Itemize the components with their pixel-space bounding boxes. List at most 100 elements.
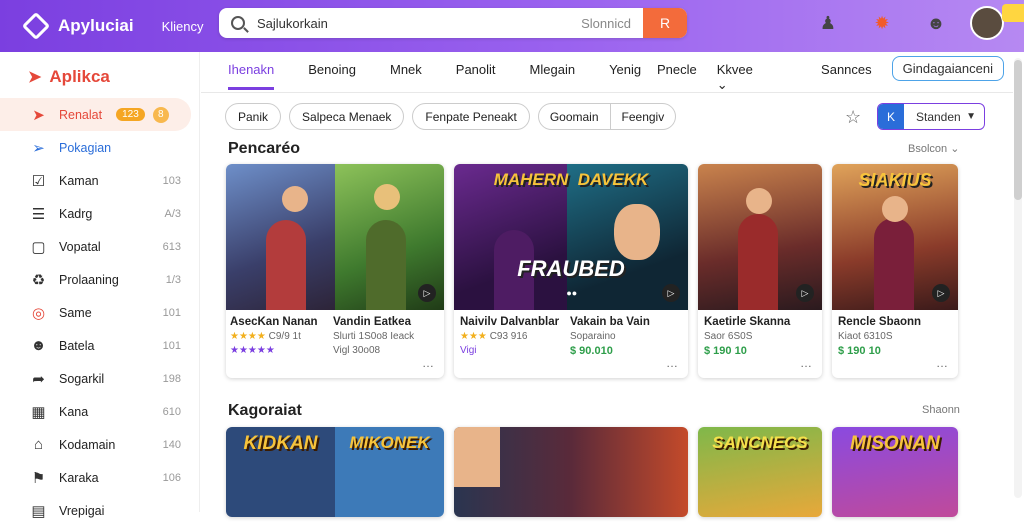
rating-stars: ★★★★: [230, 331, 266, 342]
search-hint: Slonnicd: [581, 15, 631, 31]
sidebar-item-label: Sogarkil: [59, 371, 105, 386]
tab-ihenakn[interactable]: Ihenakn: [228, 62, 275, 90]
rating-text: C9/9 1t: [268, 331, 301, 342]
search-submit-button[interactable]: R: [643, 8, 687, 38]
chevron-down-icon: ⌄: [950, 143, 960, 155]
app-title: Kaetirle Skanna: [704, 316, 791, 328]
app-card[interactable]: [454, 427, 688, 517]
person-icon: ☻: [30, 337, 47, 354]
sidebar-item-kaman[interactable]: ☑ Kaman 103: [0, 164, 199, 197]
app-card[interactable]: SANCNECS: [698, 427, 822, 517]
right-tabs: Pnecle Kkvee ⌄ Sannces Gindagaianceni: [657, 56, 1024, 93]
filter-chips: Panik Salpeca Menaek Fenpate Peneakt Goo…: [225, 103, 677, 130]
sidebar-item-renalat[interactable]: ➤ Renalat 123 8: [0, 98, 191, 131]
sort-dropdown[interactable]: K Standen ▼: [877, 103, 985, 130]
search-input[interactable]: [257, 15, 557, 31]
more-icon[interactable]: …: [422, 356, 434, 370]
more-icon[interactable]: …: [936, 356, 948, 370]
user-icon[interactable]: ♟: [816, 11, 840, 35]
app-title: AsecKan Nanan: [230, 316, 318, 328]
sidebar-item-label: Renalat: [59, 107, 103, 122]
brand-logo-icon: [21, 11, 51, 41]
play-icon: ▷: [662, 284, 680, 302]
sidebar-item-kana[interactable]: ▦ Kana 610: [0, 395, 199, 428]
sidebar-item-label: Prolaaning: [59, 272, 119, 287]
brand-subtitle[interactable]: Kliency: [162, 19, 204, 34]
card-info: Vakain ba Vain Soparaino $ 90.010: [570, 316, 686, 357]
tab-pnecle[interactable]: Pnecle: [657, 62, 697, 77]
game-logo: SIAKIUS: [858, 170, 932, 190]
brand[interactable]: Apyluciai: [21, 11, 134, 41]
avatar[interactable]: [970, 6, 1004, 40]
sidebar-item-kodamain[interactable]: ⌂ Kodamain 140: [0, 428, 199, 461]
sort-label: Standen: [916, 109, 961, 124]
sidebar-title: ➤ Aplikca: [28, 66, 199, 88]
app-meta: Vigi: [460, 345, 477, 356]
filter-chip[interactable]: Panik: [225, 103, 282, 130]
grid-icon: ▦: [31, 403, 46, 421]
segment-option[interactable]: Feengiv: [609, 104, 676, 129]
tab-yenig[interactable]: Yenig: [609, 62, 641, 90]
notification-flag-icon[interactable]: [1002, 4, 1024, 22]
card-info: Vandin Eatkea Slurti 1S0o8 Ieack Vigl 30…: [333, 316, 443, 356]
sidebar-item-vopatal[interactable]: ▢ Vopatal 613: [0, 230, 199, 263]
section-link[interactable]: Bsolcon ⌄: [908, 142, 959, 155]
tab-kkvee-label: Kkvee: [716, 62, 753, 77]
sidebar-item-label: Kodamain: [59, 437, 116, 452]
search-bar[interactable]: Slonnicd R: [219, 8, 687, 38]
top-icons: ♟ ✹ ☻: [786, 6, 1004, 40]
tab-mnek[interactable]: Mnek: [390, 62, 422, 90]
app-card[interactable]: ▷ Kaetirle Skanna Saor 6S0S $ 190 10 …: [698, 164, 822, 378]
rating-stars: ★★★: [460, 331, 487, 342]
tab-kkvee[interactable]: Kkvee ⌄: [717, 62, 793, 93]
app-card[interactable]: MAHERN DAVEKK FRAUBED ●● ▷ Naivilv Dalva…: [454, 164, 688, 378]
sidebar-item-batela[interactable]: ☻ Batela 101: [0, 329, 199, 362]
app-card[interactable]: ▷ AsecKan Nanan ★★★★ C9/9 1t ★★★★★ Vandi…: [226, 164, 444, 378]
sidebar-item-label: Kaman: [59, 173, 99, 188]
scrollbar-thumb[interactable]: [1014, 60, 1022, 200]
scrollbar[interactable]: [1014, 58, 1022, 498]
sidebar-item-same[interactable]: ◎ Same 101: [0, 296, 199, 329]
tab-mlegain[interactable]: Mlegain: [530, 62, 576, 90]
filter-chip[interactable]: Fenpate Peneakt: [412, 103, 530, 130]
outlined-tab-button[interactable]: Gindagaianceni: [891, 56, 1004, 81]
app-card[interactable]: KIDKAN MIKONEK: [226, 427, 444, 517]
app-thumbnail: SIAKIUS ▷: [832, 164, 958, 310]
sidebar-item-kadrg[interactable]: ☰ Kadrg A/3: [0, 197, 199, 230]
section-title: Kagoraiat: [228, 402, 302, 419]
share-icon: ➦: [32, 370, 45, 388]
app-title: Vakain ba Vain: [570, 316, 650, 328]
more-icon[interactable]: …: [666, 356, 678, 370]
sidebar-item-prolaaning[interactable]: ♻ Prolaaning 1/3: [0, 263, 199, 296]
filter-chip[interactable]: Salpeca Menaek: [289, 103, 405, 130]
app-card[interactable]: SIAKIUS ▷ Rencle Sbaonn Kiaot 6310S $ 19…: [832, 164, 958, 378]
play-icon: ▷: [932, 284, 950, 302]
flame-icon[interactable]: ✹: [870, 11, 894, 35]
app-card[interactable]: MISONAN: [832, 427, 958, 517]
sidebar-item-karaka[interactable]: ⚑ Karaka 106: [0, 461, 199, 494]
sidebar-item-pokagian[interactable]: ➢ Pokagian: [0, 131, 199, 164]
sidebar-item-sogarkil[interactable]: ➦ Sogarkil 198: [0, 362, 199, 395]
section-link[interactable]: Shaonn: [922, 404, 960, 416]
sidebar: ➤ Aplikca ➤ Renalat 123 8 ➢ Pokagian ☑ K…: [0, 52, 200, 520]
game-logo: SANCNECS: [712, 433, 808, 452]
brand-name: Apyluciai: [58, 16, 134, 35]
sidebar-item-label: Vopatal: [59, 239, 101, 254]
robot-icon[interactable]: ☻: [924, 11, 948, 35]
app-title: Naivilv Dalvanblar: [460, 316, 560, 328]
game-logo: MIKONEK: [349, 433, 430, 452]
app-title: Rencle Sbaonn: [838, 316, 922, 328]
tab-sannces[interactable]: Sannces: [821, 62, 872, 77]
play-icon: ▷: [418, 284, 436, 302]
tab-benoing[interactable]: Benoing: [308, 62, 356, 90]
sidebar-item-count: 140: [162, 438, 181, 451]
segment-option[interactable]: Goomain: [539, 104, 610, 129]
chevron-down-icon: ⌄: [716, 77, 728, 92]
app-thumbnail: ▷: [698, 164, 822, 310]
more-icon[interactable]: …: [800, 356, 812, 370]
sidebar-item-vrepigai[interactable]: ▤ Vrepigai: [0, 494, 199, 527]
tab-panolit[interactable]: Panolit: [456, 62, 496, 90]
play-icon: ▷: [796, 284, 814, 302]
app-title: Vandin Eatkea: [333, 316, 411, 328]
star-icon[interactable]: ☆: [845, 107, 861, 128]
